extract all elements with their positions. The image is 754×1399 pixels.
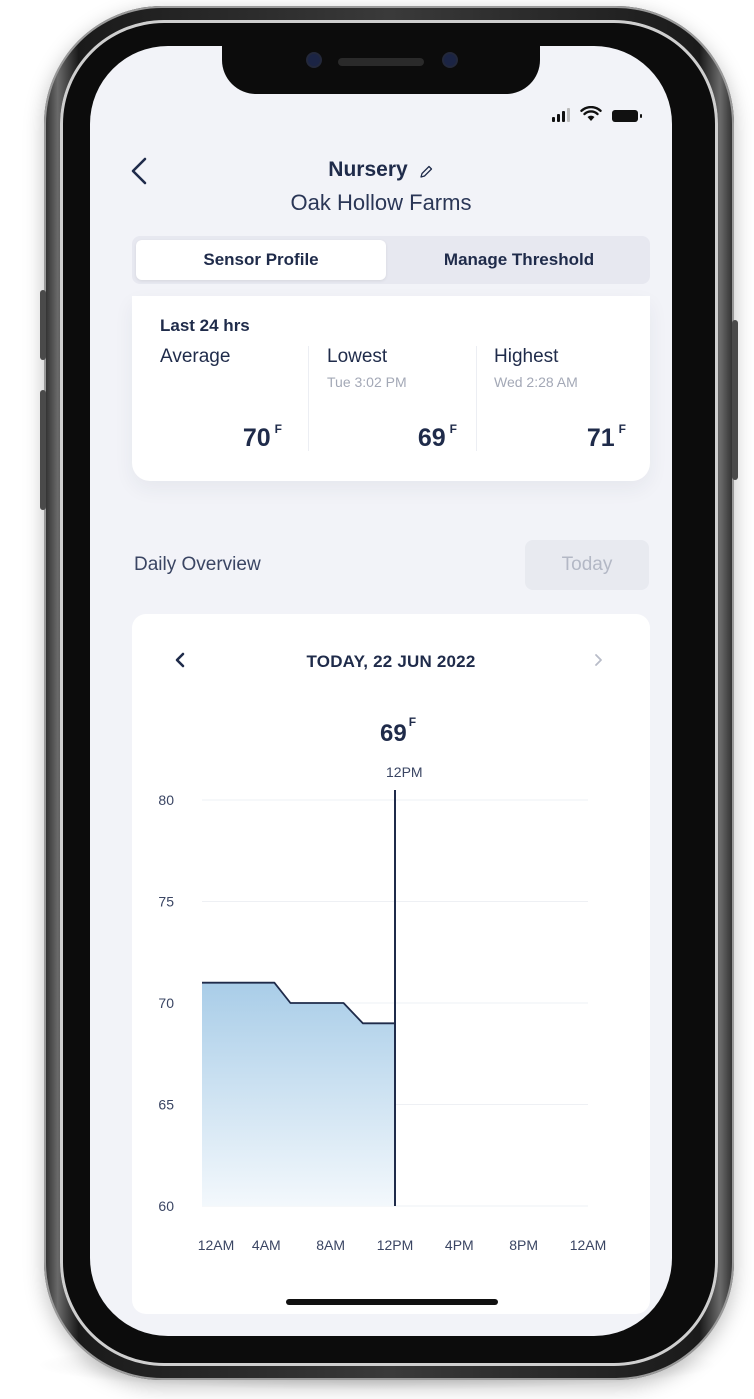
y-tick-label: 80: [158, 792, 174, 808]
stat-highest: Highest Wed 2:28 AM 71 F: [494, 346, 634, 456]
stat-average: Average 70 F: [160, 346, 290, 456]
x-tick-label: 4PM: [445, 1237, 474, 1253]
wifi-icon: [580, 105, 602, 122]
signal-icon: [552, 108, 570, 122]
tab-manage-threshold[interactable]: Manage Threshold: [388, 236, 650, 284]
series-area: [202, 982, 395, 1206]
highest-time: Wed 2:28 AM: [494, 374, 578, 390]
divider: [476, 346, 477, 451]
average-value: 70 F: [242, 421, 282, 452]
side-button-silent: [40, 290, 46, 360]
average-label: Average: [160, 346, 231, 367]
stats-card: Last 24 hrs Average 70 F Lowest Tue 3:02 …: [132, 296, 650, 481]
highest-value: 71 F: [586, 421, 626, 452]
lowest-value: 69 F: [417, 421, 457, 452]
segmented-tabs: Sensor Profile Manage Threshold: [132, 236, 650, 284]
x-tick-label: 12PM: [377, 1237, 414, 1253]
home-indicator[interactable]: [286, 1299, 498, 1305]
status-bar: [552, 105, 642, 122]
stat-lowest: Lowest Tue 3:02 PM 69 F: [327, 346, 465, 456]
edit-pencil-icon[interactable]: [418, 162, 434, 178]
x-tick-label: 12AM: [198, 1237, 235, 1253]
chart-card: TODAY, 22 JUN 2022 69 F 12PM 60 65 70 75 80 12…: [132, 614, 650, 1314]
y-tick-label: 65: [158, 1097, 174, 1113]
temperature-chart[interactable]: 60 65 70 75 80 12AM 4AM 8AM 12PM 4PM 8PM 12AM: [132, 614, 650, 1314]
today-button[interactable]: Today: [525, 540, 649, 590]
divider: [308, 346, 309, 451]
lowest-label: Lowest: [327, 346, 388, 367]
notch: [222, 46, 540, 94]
sensor-icon: [444, 54, 456, 66]
page-subtitle: Oak Hollow Farms: [290, 190, 472, 215]
x-tick-label: 4AM: [252, 1237, 281, 1253]
tab-sensor-profile[interactable]: Sensor Profile: [136, 240, 386, 280]
app-screen: Nursery Oak Hollow Farms Sensor Profile …: [90, 46, 672, 1336]
speaker: [338, 58, 424, 66]
page-title: Nursery: [328, 158, 408, 181]
header: Nursery Oak Hollow Farms: [90, 158, 672, 216]
y-tick-label: 60: [158, 1198, 174, 1214]
battery-icon: [612, 110, 642, 122]
x-tick-label: 8AM: [316, 1237, 345, 1253]
x-tick-label: 8PM: [509, 1237, 538, 1253]
camera-icon: [308, 54, 320, 66]
daily-overview-label: Daily Overview: [134, 554, 261, 575]
y-tick-label: 75: [158, 894, 174, 910]
y-tick-label: 70: [158, 995, 174, 1011]
side-button-power: [732, 320, 738, 480]
period-label: Last 24 hrs: [160, 316, 250, 335]
page-title-row: Nursery: [328, 158, 433, 182]
lowest-time: Tue 3:02 PM: [327, 374, 407, 390]
highest-label: Highest: [494, 346, 559, 367]
x-tick-label: 12AM: [570, 1237, 607, 1253]
side-button-volume: [40, 390, 46, 510]
